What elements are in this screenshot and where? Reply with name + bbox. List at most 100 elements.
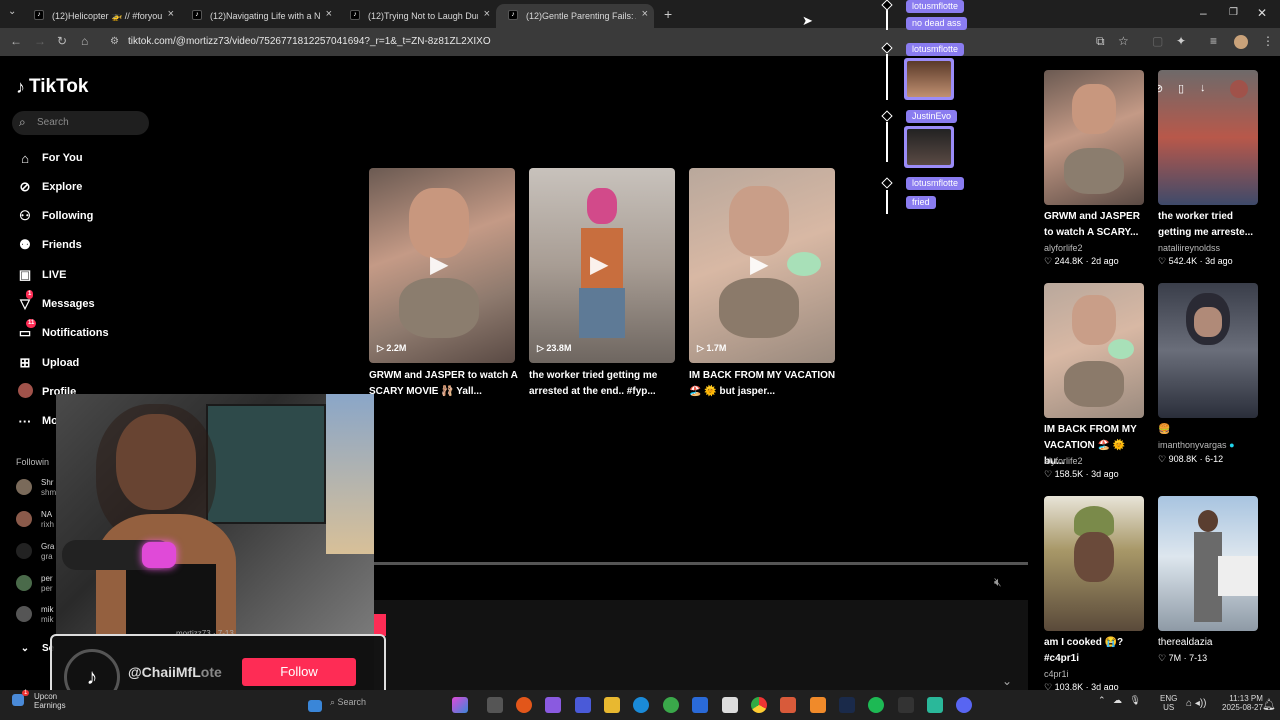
- nav-following[interactable]: ⚇ Following: [16, 206, 93, 226]
- network-icon[interactable]: ⌂ ◂)): [1186, 698, 1207, 709]
- extension-disabled-icon[interactable]: ▢: [1152, 34, 1163, 48]
- related-caption-5[interactable]: am I cooked 😭? #c4pr1i: [1044, 635, 1148, 667]
- mobile-icon[interactable]: ▯: [1178, 82, 1184, 95]
- maximize-icon[interactable]: ❐: [1229, 7, 1238, 18]
- url-field[interactable]: tiktok.com/@mortizz73/video/752677181225…: [128, 36, 491, 47]
- file-explorer-icon[interactable]: [604, 697, 620, 713]
- extensions-icon[interactable]: ✦: [1176, 34, 1186, 48]
- profile-avatar[interactable]: [1234, 35, 1248, 49]
- copilot-icon[interactable]: [452, 697, 468, 713]
- taskbar-clock[interactable]: 11:13 PM 2025-08-27: [1222, 694, 1263, 712]
- spotify-icon[interactable]: [868, 697, 884, 713]
- related-thumbnail-2[interactable]: ⊘ ▯ ↓: [1158, 70, 1258, 205]
- browser-menu-icon[interactable]: ⋮: [1262, 34, 1274, 48]
- app-icon-green[interactable]: [663, 697, 679, 713]
- nav-more[interactable]: ··· Mo: [16, 411, 58, 431]
- site-info-icon[interactable]: ⚙: [110, 36, 119, 47]
- close-tab-icon[interactable]: ×: [642, 8, 648, 20]
- app-icon-teal[interactable]: [927, 697, 943, 713]
- following-account[interactable]: per per: [16, 574, 56, 596]
- download-icon[interactable]: ↓: [1200, 82, 1206, 94]
- notification-bell-icon[interactable]: 🔔︎: [1262, 698, 1276, 711]
- related-author-4[interactable]: imanthonyvargas ●: [1158, 440, 1235, 450]
- close-tab-icon[interactable]: ×: [484, 8, 490, 20]
- app-icon-red[interactable]: [780, 697, 796, 713]
- volume-muted-icon[interactable]: 🔇︎: [994, 575, 1002, 590]
- app-icon-orange[interactable]: [516, 697, 532, 713]
- browser-tab-2[interactable]: ♪ (12)Navigating Life with a Narc ×: [180, 4, 338, 28]
- close-tab-icon[interactable]: ×: [326, 8, 332, 20]
- reload-icon[interactable]: ↻: [57, 34, 67, 48]
- related-author-5[interactable]: c4pr1i: [1044, 669, 1069, 679]
- following-account[interactable]: Shr shm: [16, 478, 56, 500]
- search-input[interactable]: ⌕ Search: [12, 111, 149, 135]
- home-browser-icon[interactable]: ⌂: [81, 34, 88, 48]
- browser-tab-1[interactable]: ♪ (12)Helicopter 🚁 // #foryoupa ×: [22, 4, 180, 28]
- app-icon-blue[interactable]: [692, 697, 708, 713]
- chrome-icon[interactable]: [751, 697, 767, 713]
- start-icon[interactable]: [308, 700, 322, 712]
- related-thumbnail-5[interactable]: [1044, 496, 1144, 631]
- browser-tab-3[interactable]: ♪ (12)Trying Not to Laugh During ×: [338, 4, 496, 28]
- close-tab-icon[interactable]: ×: [168, 8, 174, 20]
- video-thumbnail-2[interactable]: ▶ ▷ 23.8M: [529, 168, 675, 363]
- following-account[interactable]: Gra gra: [16, 542, 56, 564]
- video-caption-3[interactable]: IM BACK FROM MY VACATION 🏖️ 🌞 but jasper…: [689, 368, 841, 400]
- weather-widget[interactable]: Upcon Earnings: [20, 692, 66, 710]
- nav-explore[interactable]: ⊘ Explore: [16, 177, 83, 197]
- related-author-3[interactable]: alyforlife2: [1044, 456, 1083, 466]
- video-progress-bar[interactable]: [374, 562, 1028, 565]
- minimize-icon[interactable]: –: [1200, 6, 1207, 20]
- system-tray-icons[interactable]: ⌃ ☁ 🎙︎: [1098, 695, 1141, 706]
- language-indicator[interactable]: ENG US: [1160, 694, 1177, 712]
- task-view-icon[interactable]: [487, 697, 503, 713]
- app-icon-dark[interactable]: [898, 697, 914, 713]
- nav-for-you[interactable]: ⌂ For You: [16, 148, 82, 168]
- bookmark-star-icon[interactable]: ☆: [1118, 34, 1129, 48]
- tab-list-icon[interactable]: ⌄: [8, 6, 16, 17]
- related-caption-4[interactable]: 🍔: [1158, 422, 1262, 438]
- video-caption-2[interactable]: the worker tried getting me arrested at …: [529, 368, 681, 400]
- related-thumbnail-3[interactable]: [1044, 283, 1144, 418]
- following-account[interactable]: NA rixh: [16, 510, 56, 532]
- related-caption-2[interactable]: the worker tried getting me arreste...: [1158, 209, 1262, 241]
- forward-icon[interactable]: →: [34, 34, 46, 48]
- nav-label: Messages: [42, 298, 95, 310]
- related-author-1[interactable]: alyforlife2: [1044, 243, 1083, 253]
- discord-icon[interactable]: [956, 697, 972, 713]
- video-caption-1[interactable]: GRWM and JASPER to watch A SCARY MOVIE 🩰…: [369, 368, 521, 400]
- related-caption-6[interactable]: therealdazia: [1158, 635, 1262, 651]
- new-tab-icon[interactable]: +: [664, 6, 672, 22]
- following-account[interactable]: mik mik: [16, 605, 56, 627]
- nav-live[interactable]: ▣ LIVE: [16, 265, 67, 285]
- tiktok-logo[interactable]: ♪ TikTok: [16, 76, 88, 98]
- follow-button[interactable]: Follow: [242, 658, 356, 686]
- user-follow-icon: ⚇: [19, 208, 31, 223]
- related-thumbnail-6[interactable]: [1158, 496, 1258, 631]
- nav-friends[interactable]: ⚉ Friends: [16, 235, 82, 255]
- browser-tab-4-active[interactable]: ♪ (12)Gentle Parenting Fails: Afric ×: [496, 4, 654, 28]
- nav-messages[interactable]: ▽ 1 Messages: [16, 290, 95, 314]
- link-icon[interactable]: ⊘: [1158, 82, 1163, 95]
- store-icon[interactable]: [722, 697, 738, 713]
- video-thumbnail-1[interactable]: ▶ ▷ 2.2M: [369, 168, 515, 363]
- steam-icon[interactable]: [839, 697, 855, 713]
- teams-icon[interactable]: [575, 697, 591, 713]
- back-icon[interactable]: ←: [10, 34, 22, 48]
- related-thumbnail-4[interactable]: [1158, 283, 1258, 418]
- nav-notifications[interactable]: ▭ 11 Notifications: [16, 319, 109, 343]
- nav-upload[interactable]: ⊞ Upload: [16, 353, 80, 373]
- related-author-2[interactable]: nataliireynoldss: [1158, 243, 1220, 253]
- reading-list-icon[interactable]: ≡: [1210, 34, 1217, 48]
- app-icon-orange-2[interactable]: [810, 697, 826, 713]
- chevron-down-icon[interactable]: ⌄: [1002, 674, 1012, 688]
- related-thumbnail-1[interactable]: [1044, 70, 1144, 205]
- close-window-icon[interactable]: ✕: [1257, 6, 1267, 20]
- related-caption-1[interactable]: GRWM and JASPER to watch A SCARY...: [1044, 209, 1148, 241]
- taskbar-search[interactable]: ⌕ Search: [330, 697, 366, 708]
- app-icon-purple[interactable]: [545, 697, 561, 713]
- edge-icon[interactable]: [633, 697, 649, 713]
- install-app-icon[interactable]: ⧉: [1096, 34, 1105, 49]
- video-thumbnail-3[interactable]: ▶ ▷ 1.7M: [689, 168, 835, 363]
- see-more-link[interactable]: ⌄ Se: [16, 638, 54, 658]
